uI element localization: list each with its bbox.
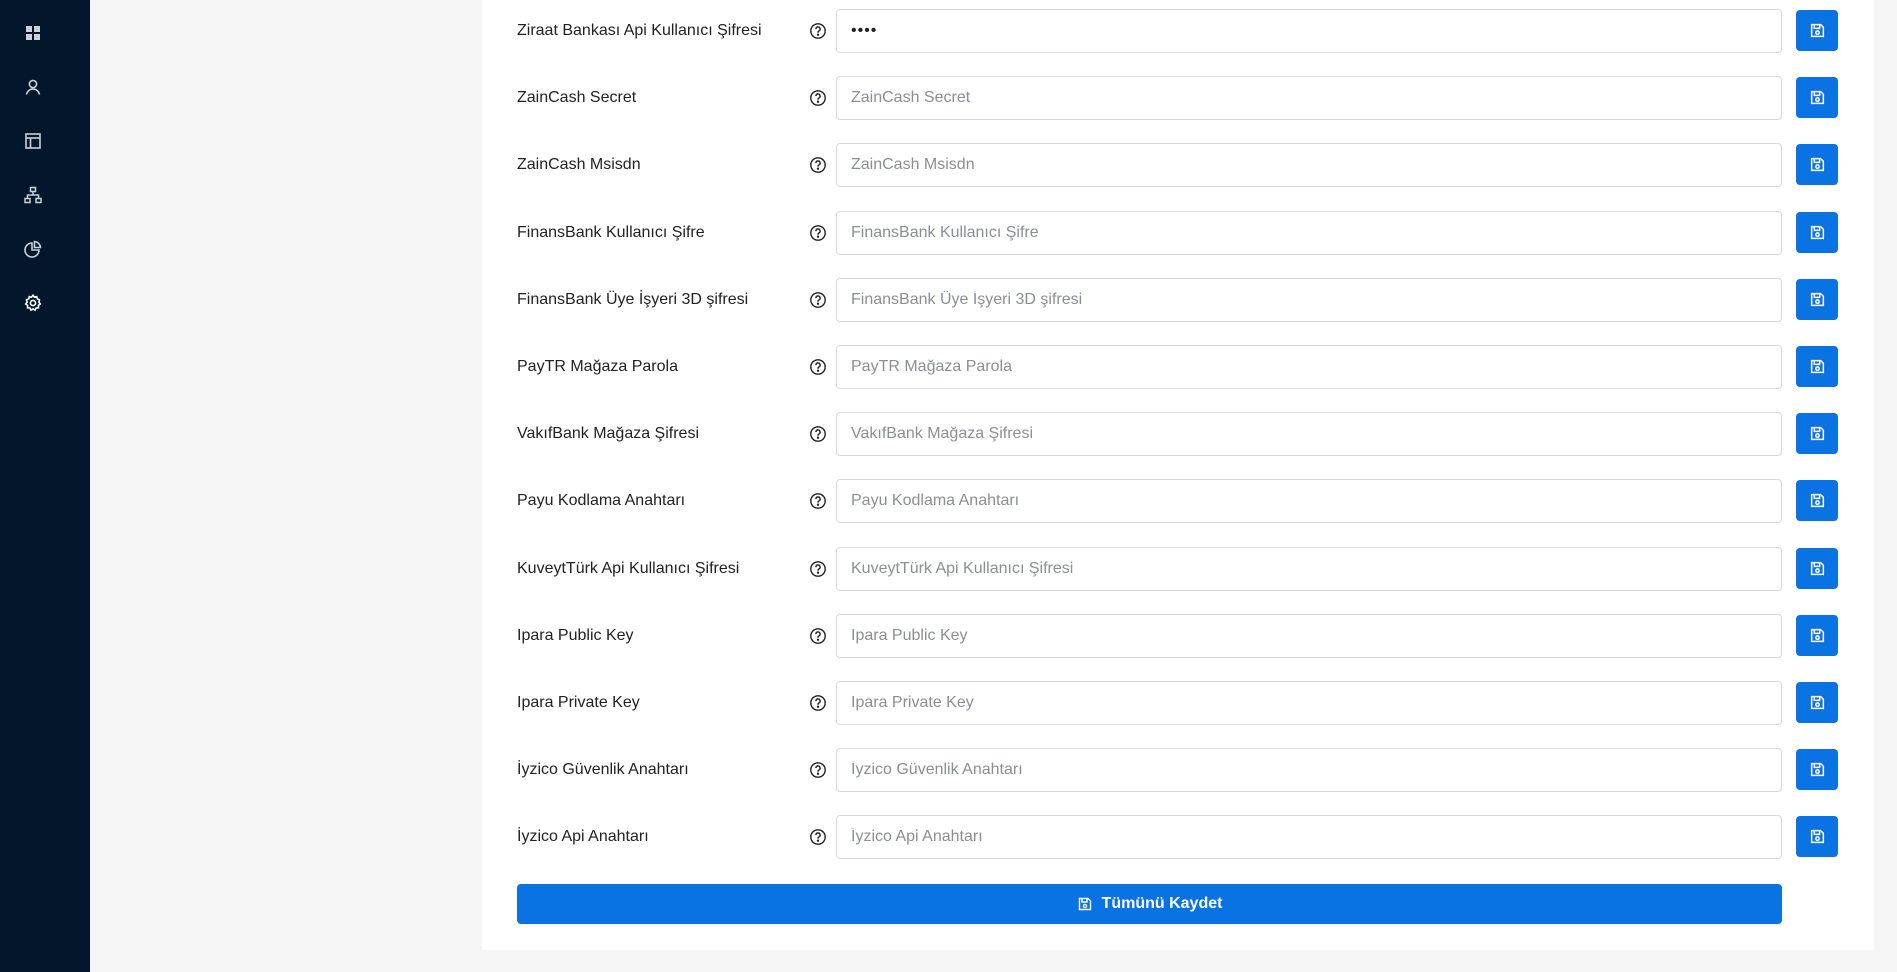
setting-input[interactable] [836,278,1782,322]
help-circle-icon[interactable] [809,156,827,174]
save-button[interactable] [1796,816,1838,857]
setting-input[interactable] [836,211,1782,255]
save-button[interactable] [1796,682,1838,723]
save-button[interactable] [1796,346,1838,387]
floppy-disk-icon [1810,829,1824,844]
setting-row: Payu Kodlama Anahtarı [482,478,1874,524]
save-button[interactable] [1796,480,1838,521]
setting-row: ZainCash Secret [482,75,1874,121]
user-icon [25,79,40,95]
setting-label: ZainCash Secret [517,89,637,106]
setting-input[interactable] [836,9,1782,53]
setting-row: Ipara Private Key [482,680,1874,726]
setting-label: PayTR Mağaza Parola [517,358,678,375]
setting-input[interactable] [836,815,1782,859]
save-button[interactable] [1796,77,1838,118]
save-button[interactable] [1796,144,1838,185]
sidebar-item-layout[interactable] [0,122,65,160]
setting-row: FinansBank Üye İşyeri 3D şifresi [482,277,1874,323]
floppy-disk-icon [1810,359,1824,374]
floppy-disk-icon [1810,695,1824,710]
setting-label: VakıfBank Mağaza Şifresi [517,425,700,442]
setting-input[interactable] [836,345,1782,389]
help-circle-icon[interactable] [809,224,827,242]
setting-label: Payu Kodlama Anahtarı [517,492,686,509]
help-circle-icon[interactable] [809,425,827,443]
setting-row: Ziraat Bankası Api Kullanıcı Şifresi [482,8,1874,54]
save-all-label: Tümünü Kaydet [1101,895,1223,912]
floppy-disk-icon [1810,426,1824,441]
floppy-disk-icon [1810,561,1824,576]
setting-input[interactable] [836,412,1782,456]
help-circle-icon[interactable] [809,492,827,510]
floppy-disk-icon [1810,493,1824,508]
setting-row: İyzico Api Anahtarı [482,814,1874,860]
setting-row: ZainCash Msisdn [482,142,1874,188]
help-circle-icon[interactable] [809,828,827,846]
floppy-disk-icon [1078,897,1091,911]
sidebar-item-settings[interactable] [0,284,65,322]
save-button[interactable] [1796,212,1838,253]
sidebar [0,0,90,972]
floppy-disk-icon [1810,90,1824,105]
setting-input[interactable] [836,681,1782,725]
save-button[interactable] [1796,548,1838,589]
help-circle-icon[interactable] [809,291,827,309]
save-button[interactable] [1796,279,1838,320]
setting-row: KuveytTürk Api Kullanıcı Şifresi [482,546,1874,592]
floppy-disk-icon [1810,628,1824,643]
help-circle-icon[interactable] [809,22,827,40]
setting-label: Ziraat Bankası Api Kullanıcı Şifresi [517,22,762,39]
help-circle-icon[interactable] [809,358,827,376]
setting-label: Ipara Private Key [517,694,640,711]
save-button[interactable] [1796,10,1838,51]
help-circle-icon[interactable] [809,627,827,645]
setting-label: KuveytTürk Api Kullanıcı Şifresi [517,560,740,577]
setting-row: VakıfBank Mağaza Şifresi [482,411,1874,457]
setting-label: FinansBank Kullanıcı Şifre [517,224,705,241]
floppy-disk-icon [1810,225,1824,240]
setting-row: PayTR Mağaza Parola [482,344,1874,390]
help-circle-icon[interactable] [809,761,827,779]
save-button[interactable] [1796,413,1838,454]
sidebar-item-hierarchy[interactable] [0,176,65,214]
floppy-disk-icon [1810,23,1824,38]
help-circle-icon[interactable] [809,89,827,107]
setting-label: ZainCash Msisdn [517,156,641,173]
sidebar-item-users[interactable] [0,68,65,106]
save-all-button[interactable]: Tümünü Kaydet [517,884,1782,924]
setting-input[interactable] [836,143,1782,187]
setting-input[interactable] [836,614,1782,658]
setting-label: İyzico Güvenlik Anahtarı [517,761,689,778]
setting-input[interactable] [836,547,1782,591]
sitemap-icon [23,186,42,204]
help-circle-icon[interactable] [809,694,827,712]
setting-input[interactable] [836,748,1782,792]
layout-icon [24,133,41,149]
setting-row: FinansBank Kullanıcı Şifre [482,210,1874,256]
setting-label: İyzico Api Anahtarı [517,828,649,845]
floppy-disk-icon [1810,292,1824,307]
dashboard-grid-icon [25,26,40,40]
setting-row: İyzico Güvenlik Anahtarı [482,747,1874,793]
gear-icon [24,293,41,312]
setting-label: FinansBank Üye İşyeri 3D şifresi [517,291,749,308]
floppy-disk-icon [1810,157,1824,172]
setting-label: Ipara Public Key [517,627,634,644]
settings-panel: Ziraat Bankası Api Kullanıcı Şifresi Zain… [482,0,1874,950]
pie-chart-icon [23,240,41,258]
help-circle-icon[interactable] [809,560,827,578]
floppy-disk-icon [1810,762,1824,777]
setting-input[interactable] [836,479,1782,523]
sidebar-item-dashboard[interactable] [0,14,65,52]
sidebar-item-reports[interactable] [0,230,65,268]
save-button[interactable] [1796,749,1838,790]
setting-input[interactable] [836,76,1782,120]
setting-row: Ipara Public Key [482,613,1874,659]
save-button[interactable] [1796,615,1838,656]
